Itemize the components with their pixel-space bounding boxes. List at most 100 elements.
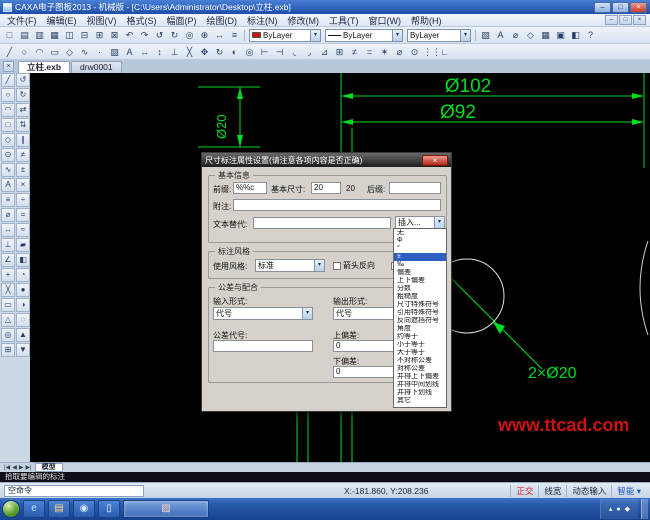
chevron-down-icon[interactable]: ▾ [314, 260, 324, 271]
hatch-icon[interactable]: ▨ [107, 45, 122, 59]
use-style-combo[interactable]: 标准 ▾ [255, 259, 325, 272]
draw-diameter-icon[interactable]: ⌀ [1, 208, 15, 222]
zoom-icon[interactable]: ◎ [182, 28, 197, 42]
draw-slot-icon[interactable]: ▭ [1, 298, 15, 312]
redo-tool-icon[interactable]: ↻ [16, 88, 30, 102]
open-file-icon[interactable]: ▤ [17, 28, 32, 42]
offset-icon[interactable]: ◎ [242, 45, 257, 59]
status-toggle[interactable]: 正交 [510, 485, 538, 497]
tab-close-icon[interactable]: × [3, 61, 14, 72]
arrow-reverse-checkbox[interactable]: 箭头反向 [333, 260, 375, 271]
draw-line-icon[interactable]: ╱ [1, 73, 15, 87]
draw-arc-icon[interactable]: ◠ [1, 103, 15, 117]
command-line[interactable]: 拾取要编辑的标注 [0, 472, 650, 482]
dropdown-option[interactable]: ‰ [394, 261, 446, 269]
document-tab[interactable]: 立柱.exb [18, 61, 70, 73]
chevron-down-icon[interactable]: ▾ [302, 308, 312, 319]
draw-rect-icon[interactable]: □ [1, 118, 15, 132]
polygon-icon[interactable]: ◇ [62, 45, 77, 59]
explorer-icon[interactable]: ▤ [48, 500, 70, 518]
solid-icon[interactable]: ● [16, 283, 30, 297]
dropdown-option[interactable]: 大于等于 [394, 349, 446, 357]
chamfer-icon[interactable]: ◞ [302, 45, 317, 59]
dropdown-option[interactable]: 并排上下偏差 [394, 373, 446, 381]
chevron-down-icon[interactable]: ▾ [460, 30, 470, 41]
dropdown-option[interactable]: 上下偏差 [394, 277, 446, 285]
dropdown-option[interactable]: 并排中间划线 [394, 381, 446, 389]
close-button[interactable]: × [630, 2, 647, 13]
nav-arrow-icon[interactable]: |◀ [3, 464, 11, 471]
dropdown-option[interactable]: 尺寸特殊符号 [394, 301, 446, 309]
chevron-down-icon[interactable]: ▾ [392, 30, 402, 41]
pan-icon[interactable]: ↔ [212, 28, 227, 42]
draw-text-icon[interactable]: A [1, 178, 15, 192]
menu-item[interactable]: 视图(V) [82, 14, 122, 27]
menu-item[interactable]: 格式(S) [122, 14, 162, 27]
draw-polygon-icon[interactable]: ◇ [1, 133, 15, 147]
copy-icon[interactable]: ⊞ [92, 28, 107, 42]
draw-center-icon[interactable]: ⊙ [1, 148, 15, 162]
swap-icon[interactable]: ⇄ [16, 103, 30, 117]
caxa-app-button[interactable]: ▨ [123, 500, 209, 518]
multiply-icon[interactable]: × [16, 178, 30, 192]
draw-circle-icon[interactable]: ○ [1, 88, 15, 102]
minimize-button[interactable]: – [594, 2, 611, 13]
explode-icon[interactable]: ✶ [377, 45, 392, 59]
table-icon[interactable]: ▦ [538, 28, 553, 42]
menu-item[interactable]: 文件(F) [2, 14, 42, 27]
draw-cross-icon[interactable]: + [1, 268, 15, 282]
nav-arrow-icon[interactable]: ▶| [24, 464, 32, 471]
dialog-title-bar[interactable]: 尺寸标注属性设置(请注意各项内容是否正确) × [202, 153, 451, 167]
equal-icon[interactable]: = [16, 208, 30, 222]
basic-dim-field[interactable]: 20 [311, 182, 341, 194]
ring-icon[interactable]: ◌ [16, 313, 30, 327]
menu-item[interactable]: 幅面(P) [162, 14, 202, 27]
dim-angle-icon[interactable]: ∠ [1, 253, 15, 267]
line-icon[interactable]: ╱ [2, 45, 17, 59]
properties-icon[interactable]: ≡ [227, 28, 242, 42]
redo-icon[interactable]: ↷ [137, 28, 152, 42]
dropdown-option[interactable]: 引用特殊符号 [394, 309, 446, 317]
nav-arrow-icon[interactable]: ▶ [18, 464, 25, 471]
rect-icon[interactable]: ▭ [47, 45, 62, 59]
undo-tool-icon[interactable]: ↺ [16, 73, 30, 87]
mdi-minimize-button[interactable]: – [605, 15, 618, 25]
dropdown-option[interactable]: ± [394, 253, 446, 261]
join-icon[interactable]: = [362, 45, 377, 59]
dropdown-option[interactable]: 角度 [394, 325, 446, 333]
dropdown-option[interactable]: 粗糙度 [394, 293, 446, 301]
color-combo[interactable]: ByLayer ▾ [249, 29, 321, 42]
erase-tool-icon[interactable]: ╳ [1, 283, 15, 297]
tray-icon[interactable]: ◆ [625, 505, 630, 513]
extend-icon[interactable]: ⊣ [272, 45, 287, 59]
parallel-icon[interactable]: ∥ [16, 133, 30, 147]
text-replace-field[interactable] [253, 217, 391, 229]
note-field[interactable] [233, 199, 441, 211]
nav-arrow-icon[interactable]: ◀ [11, 464, 18, 471]
dropdown-option[interactable]: 对称公差 [394, 365, 446, 373]
mdi-restore-button[interactable]: □ [619, 15, 632, 25]
mdi-close-button[interactable]: × [633, 15, 646, 25]
draw-spline-icon[interactable]: ∿ [1, 163, 15, 177]
linetype-combo[interactable]: ByLayer ▾ [325, 29, 403, 42]
move-icon[interactable]: ✥ [197, 45, 212, 59]
lineweight-combo[interactable]: ByLayer ▾ [407, 29, 471, 42]
approx-icon[interactable]: ≈ [16, 223, 30, 237]
model-tab[interactable]: 模型 [35, 463, 63, 472]
input-form-combo[interactable]: 代号 ▾ [213, 307, 313, 320]
flip-icon[interactable]: ⇅ [16, 118, 30, 132]
menu-item[interactable]: 帮助(H) [406, 14, 447, 27]
dropdown-option[interactable]: 并排下划线 [394, 389, 446, 397]
maximize-button[interactable]: □ [612, 2, 629, 13]
ortho-icon[interactable]: ∟ [437, 45, 452, 59]
document-tab[interactable]: drw0001 [71, 61, 122, 73]
break-icon[interactable]: ≠ [347, 45, 362, 59]
dropdown-option[interactable]: Φ [394, 237, 446, 245]
fill-icon[interactable]: ▰ [16, 238, 30, 252]
break-tool-icon[interactable]: ≠ [16, 148, 30, 162]
media-player-icon[interactable]: ◉ [73, 500, 95, 518]
menu-item[interactable]: 绘图(D) [202, 14, 243, 27]
zoom-window-icon[interactable]: ◎ [1, 328, 15, 342]
draw-parallel-icon[interactable]: ≡ [1, 193, 15, 207]
notepad-icon[interactable]: ▯ [98, 500, 120, 518]
